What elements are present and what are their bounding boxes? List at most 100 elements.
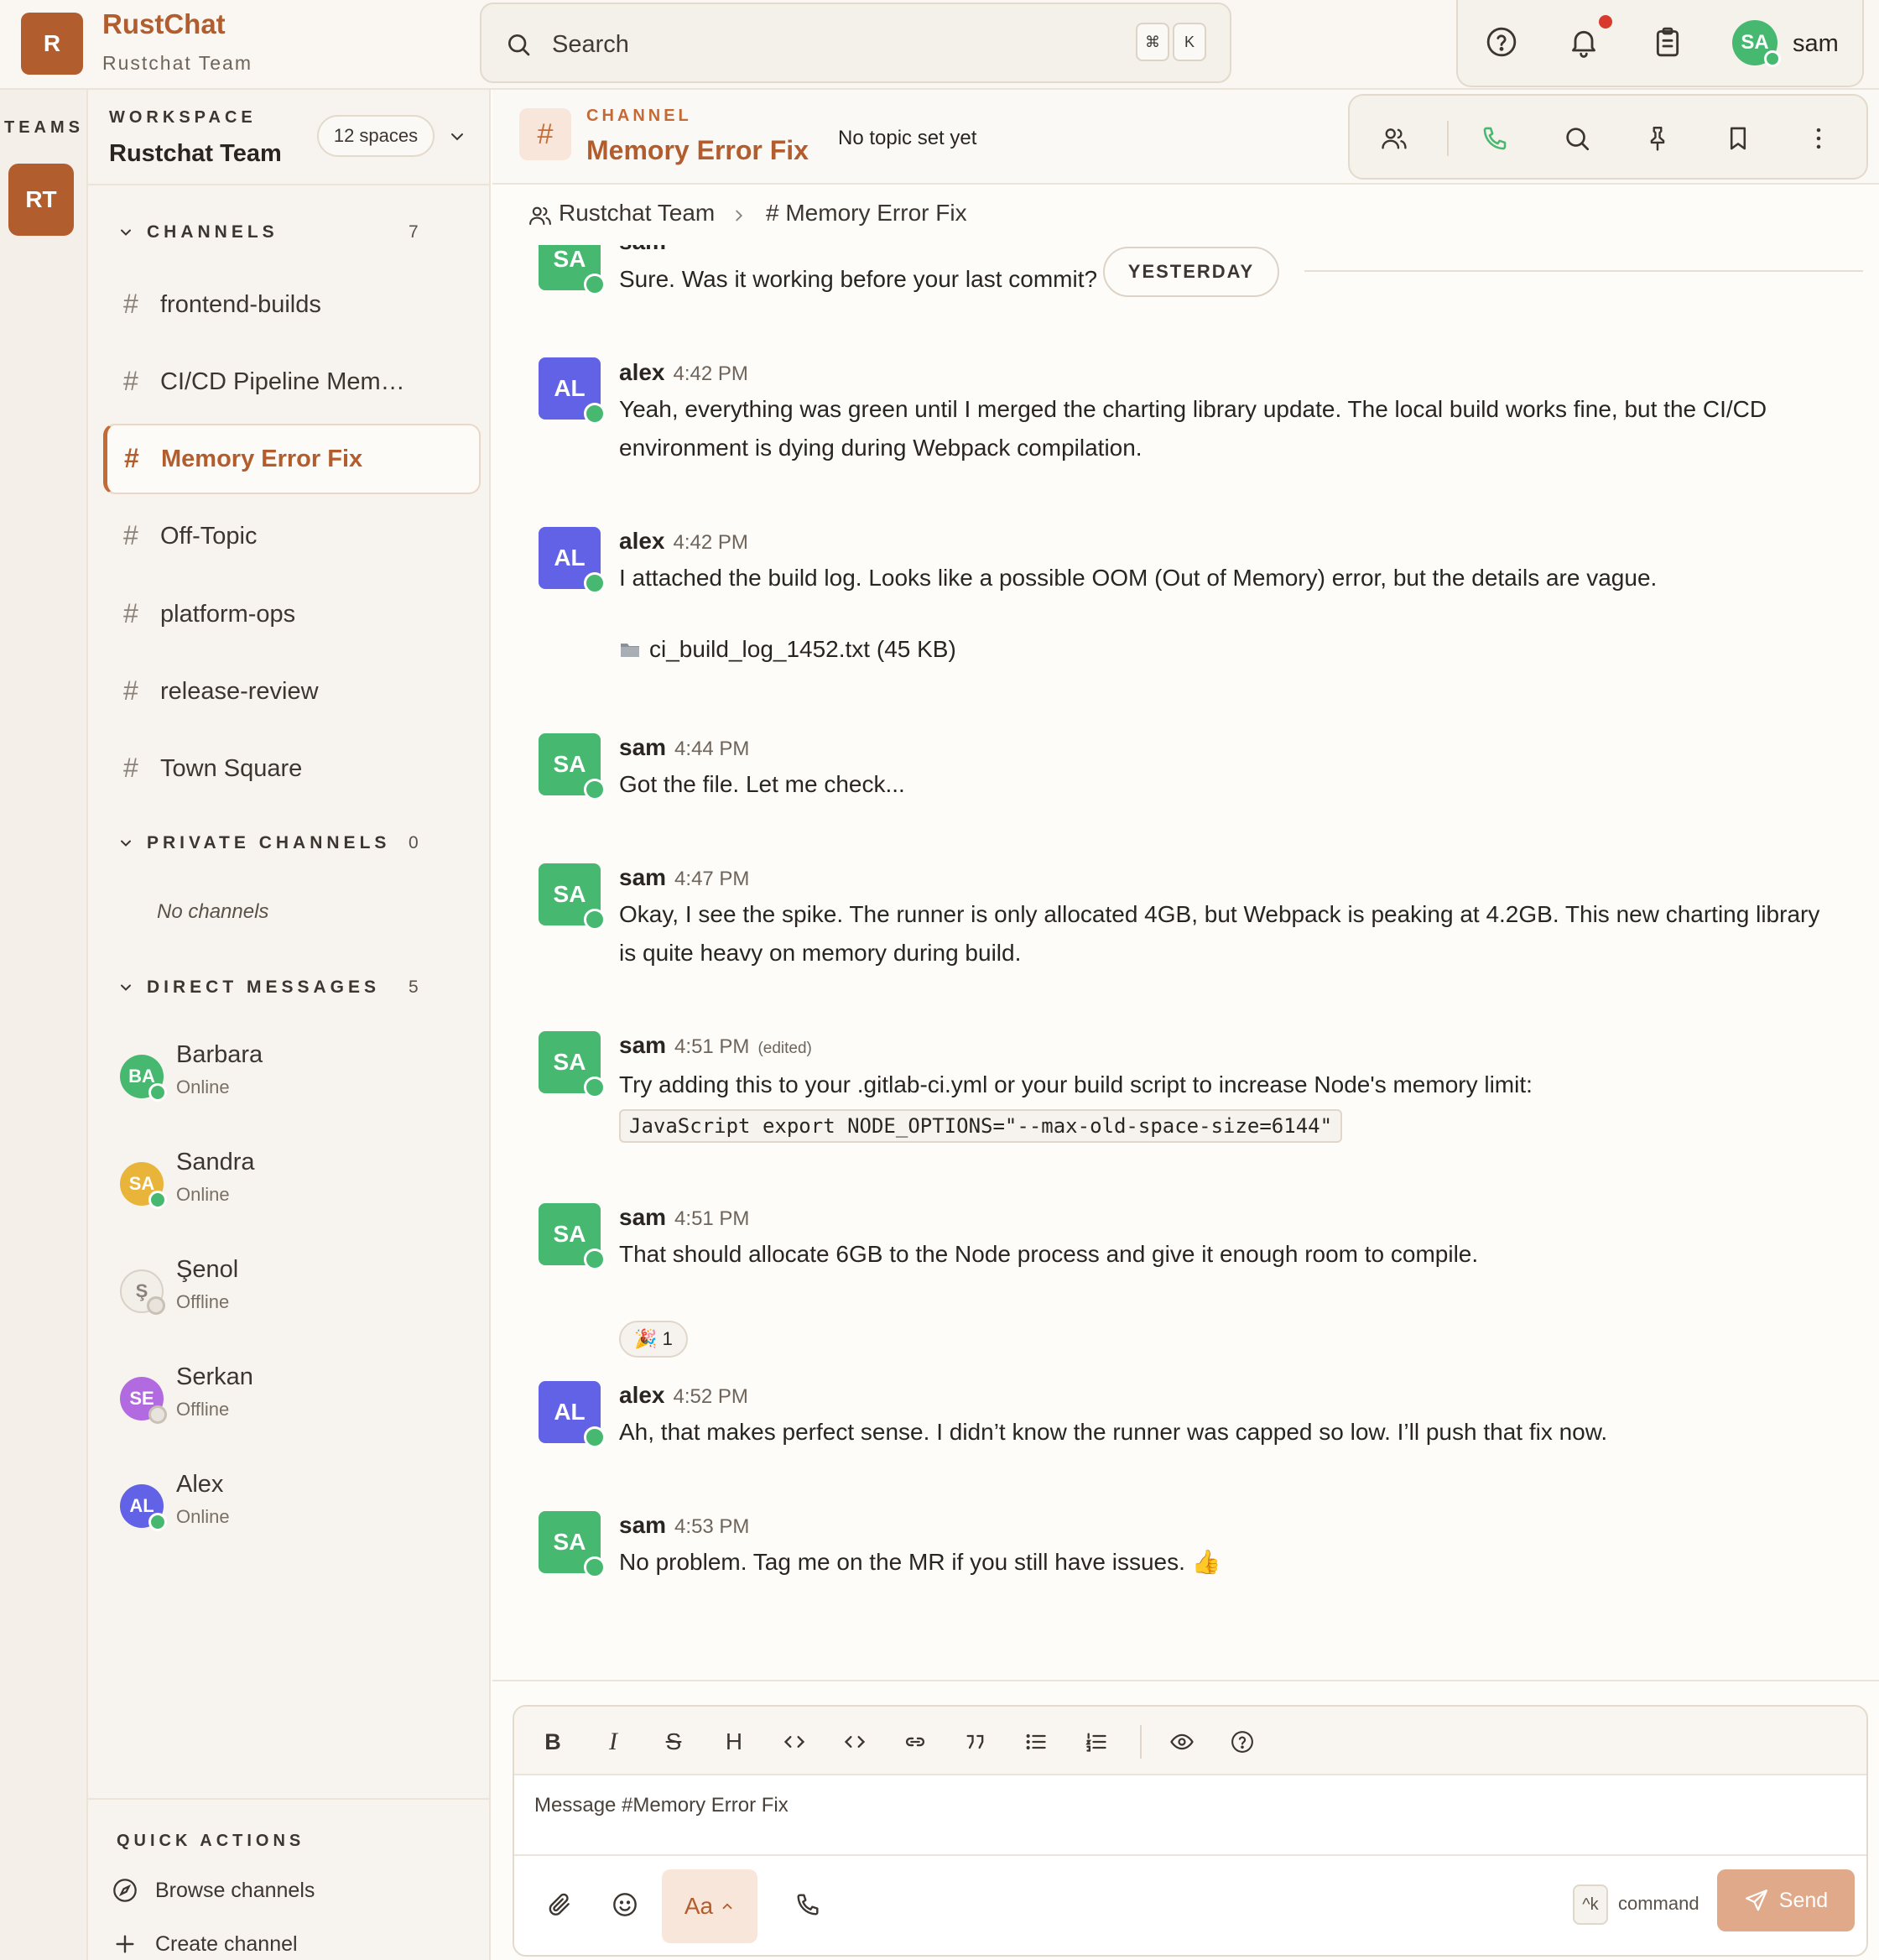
avatar-initials: AL [554, 545, 586, 571]
avatar[interactable]: SA [539, 245, 606, 295]
message-author[interactable]: alex 4:42 PM [619, 528, 748, 555]
sidebar-channel-town-square[interactable]: # Town Square [103, 733, 481, 804]
strikethrough-icon[interactable]: S [658, 1727, 689, 1757]
message-author[interactable]: alex 4:52 PM [619, 1382, 748, 1409]
sidebar-dm-sandra[interactable]: SA Sandra Online [103, 1135, 481, 1234]
sidebar-dm-serkan[interactable]: SE Serkan Offline [103, 1350, 481, 1449]
phone-icon[interactable] [794, 1891, 821, 1918]
message-input[interactable]: Message #Memory Error Fix [534, 1794, 789, 1817]
hash-icon: # [124, 443, 139, 473]
message-author[interactable]: sam [619, 245, 674, 255]
hash-icon: # [123, 753, 138, 783]
reaction-chip[interactable]: 🎉 1 [619, 1321, 688, 1358]
message-author[interactable]: sam 4:51 PM [619, 1204, 749, 1231]
status-online-dot [584, 1248, 606, 1270]
sidebar-dm-senol[interactable]: Ş Şenol Offline [103, 1243, 481, 1342]
user-name[interactable]: sam [1793, 30, 1839, 58]
channel-label: platform-ops [160, 601, 296, 628]
avatar[interactable]: SA [539, 863, 606, 930]
code-icon[interactable] [779, 1727, 809, 1757]
team-button-rustchat[interactable]: RT [8, 164, 74, 236]
message-text: Yeah, everything was green until I merge… [619, 396, 1767, 461]
search-input[interactable]: Search [552, 31, 629, 59]
channels-section-label[interactable]: CHANNELS [147, 222, 278, 242]
preview-eye-icon[interactable] [1167, 1727, 1197, 1757]
more-icon[interactable] [1804, 124, 1833, 153]
dm-status: Online [176, 1184, 230, 1205]
sidebar-channel-memory-error-fix[interactable]: # Memory Error Fix [103, 424, 481, 494]
smiley-icon[interactable] [612, 1891, 638, 1918]
spaces-badge[interactable]: 12 spaces [317, 115, 435, 157]
sidebar-dm-alex[interactable]: AL Alex Online [103, 1457, 481, 1556]
avatar[interactable]: SA [539, 733, 606, 800]
numbered-list-icon[interactable] [1081, 1727, 1111, 1757]
sidebar-dm-barbara[interactable]: BA Barbara Online [103, 1028, 481, 1127]
user-avatar[interactable]: SA [1732, 20, 1781, 67]
search-bar[interactable]: Search ⌘ K [480, 3, 1231, 83]
phone-icon[interactable] [1481, 124, 1509, 153]
avatar: SE [120, 1377, 167, 1424]
avatar[interactable]: AL [539, 527, 606, 594]
private-channels-section-label[interactable]: PRIVATE CHANNELS [147, 833, 390, 853]
breadcrumb-team[interactable]: Rustchat Team [559, 200, 715, 227]
pin-icon[interactable] [1643, 124, 1672, 153]
text-format-toggle[interactable]: Aa [662, 1869, 757, 1943]
browse-channels-button[interactable]: Browse channels [112, 1877, 315, 1904]
message-author[interactable]: sam 4:44 PM [619, 734, 749, 761]
dm-name: Şenol [176, 1256, 239, 1283]
create-channel-button[interactable]: Create channel [112, 1931, 298, 1957]
chevron-down-icon[interactable] [117, 979, 134, 996]
code-block-icon[interactable] [840, 1727, 870, 1757]
brand-logo[interactable]: R [21, 13, 83, 75]
sidebar-channel-release-review[interactable]: # release-review [103, 656, 481, 727]
sidebar-channel-off-topic[interactable]: # Off-Topic [103, 501, 481, 571]
bookmark-icon[interactable] [1724, 124, 1752, 153]
send-label: Send [1778, 1888, 1829, 1912]
message-author[interactable]: sam 4:47 PM [619, 864, 749, 891]
avatar[interactable]: AL [539, 357, 606, 425]
avatar-initials: SA [553, 751, 586, 777]
separator [1447, 121, 1449, 156]
sidebar-channel-frontend-builds[interactable]: # frontend-builds [103, 269, 481, 340]
chevron-down-icon[interactable] [117, 835, 134, 852]
message-author-name: sam [619, 864, 667, 890]
avatar[interactable]: AL [539, 1381, 606, 1448]
bold-icon[interactable]: B [538, 1727, 568, 1757]
compass-icon [112, 1877, 138, 1904]
link-icon[interactable] [900, 1727, 930, 1757]
channel-hash-icon: # [519, 108, 571, 160]
message-author[interactable]: sam 4:51 PM (edited) [619, 1032, 812, 1059]
attachment[interactable]: ci_build_log_1452.txt (45 KB) [619, 636, 956, 663]
clipboard-icon[interactable] [1651, 25, 1684, 59]
members-icon[interactable] [1380, 124, 1408, 153]
heading-icon[interactable]: H [719, 1727, 749, 1757]
quote-icon[interactable] [960, 1727, 991, 1757]
avatar-initials: SA [553, 246, 586, 272]
avatar[interactable]: SA [539, 1203, 606, 1270]
send-button[interactable]: Send [1717, 1869, 1855, 1931]
help-icon[interactable] [1227, 1727, 1257, 1757]
bullet-list-icon[interactable] [1021, 1727, 1051, 1757]
italic-icon[interactable]: I [598, 1727, 628, 1757]
chevron-down-icon[interactable] [117, 224, 134, 241]
status-online-dot [148, 1191, 167, 1209]
direct-messages-section-label[interactable]: DIRECT MESSAGES [147, 977, 380, 998]
chevron-down-icon[interactable] [447, 127, 467, 147]
folder-icon [619, 639, 641, 659]
code-snippet[interactable]: JavaScript export NODE_OPTIONS="--max-ol… [619, 1109, 1343, 1143]
breadcrumb-channel[interactable]: # Memory Error Fix [766, 200, 967, 227]
sidebar-channel-cicd-pipeline[interactable]: # CI/CD Pipeline Mem… [103, 347, 481, 417]
bell-icon[interactable] [1567, 25, 1601, 59]
avatar[interactable]: SA [539, 1031, 606, 1098]
avatar[interactable]: SA [539, 1511, 606, 1578]
search-icon[interactable] [1563, 124, 1591, 153]
message-author[interactable]: sam 4:53 PM [619, 1512, 749, 1539]
sidebar-channel-platform-ops[interactable]: # platform-ops [103, 579, 481, 649]
help-icon[interactable] [1485, 25, 1518, 59]
sidebar-divider [88, 184, 491, 185]
paperclip-icon[interactable] [546, 1891, 573, 1918]
channel-topic[interactable]: No topic set yet [838, 127, 976, 150]
message-author[interactable]: alex 4:42 PM [619, 359, 748, 386]
status-online-dot [584, 274, 606, 295]
channel-label: frontend-builds [160, 291, 321, 318]
